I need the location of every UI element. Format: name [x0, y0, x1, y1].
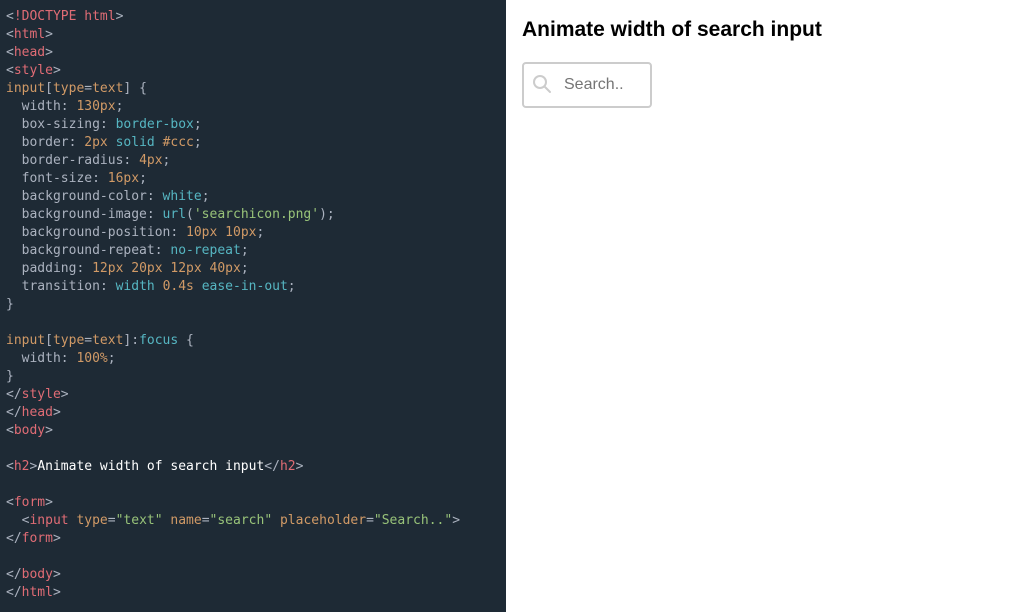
page-title: Animate width of search input	[522, 18, 997, 42]
search-form	[522, 62, 997, 108]
preview-panel: Animate width of search input	[506, 0, 1013, 612]
search-input[interactable]	[522, 62, 652, 108]
code-editor-panel[interactable]: <!DOCTYPE html> <html> <head> <style> in…	[0, 0, 506, 612]
